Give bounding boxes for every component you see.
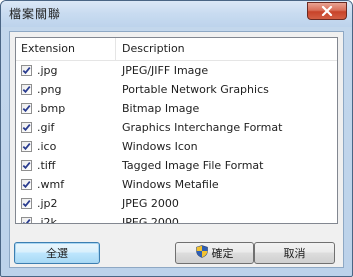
extension-cell: .gif bbox=[16, 121, 116, 134]
list-header: Extension Description bbox=[16, 38, 337, 61]
description-cell: JPEG 2000 bbox=[122, 197, 179, 210]
window-title: 檔案關聯 bbox=[9, 7, 62, 21]
description-cell: JPEG/JIFF Image bbox=[122, 64, 209, 77]
description-cell: JPEG 2000 bbox=[122, 216, 179, 224]
description-cell: Graphics Interchange Format bbox=[122, 121, 283, 134]
select-all-button[interactable]: 全選 bbox=[14, 242, 100, 264]
extension-label: .bmp bbox=[37, 102, 66, 115]
description-cell: Tagged Image File Format bbox=[122, 159, 264, 172]
checkmark-icon bbox=[22, 124, 31, 132]
extension-cell: .wmf bbox=[16, 178, 116, 191]
list-rows: .jpg JPEG/JIFF Image .png Portable Network … bbox=[16, 61, 337, 224]
extension-cell: .bmp bbox=[16, 102, 116, 115]
extension-label: .j2k bbox=[37, 216, 57, 224]
file-association-dialog: 檔案關聯 Extension Description .jpg JPEG/JIFF… bbox=[0, 0, 353, 277]
extension-label: .gif bbox=[37, 121, 55, 134]
association-checkbox[interactable] bbox=[21, 179, 32, 190]
description-cell: Windows Icon bbox=[122, 140, 198, 153]
list-item[interactable]: .bmp Bitmap Image bbox=[16, 99, 337, 118]
list-item[interactable]: .ico Windows Icon bbox=[16, 137, 337, 156]
checkmark-icon bbox=[22, 105, 31, 113]
association-checkbox[interactable] bbox=[21, 141, 32, 152]
checkmark-icon bbox=[22, 67, 31, 75]
checkmark-icon bbox=[22, 143, 31, 151]
cancel-button[interactable]: 取消 bbox=[254, 242, 335, 264]
extension-cell: .j2k bbox=[16, 216, 116, 224]
list-item[interactable]: .tiff Tagged Image File Format bbox=[16, 156, 337, 175]
dialog-body: Extension Description .jpg JPEG/JIFF Imag… bbox=[9, 31, 344, 268]
checkmark-icon bbox=[22, 86, 31, 94]
description-cell: Windows Metafile bbox=[122, 178, 219, 191]
list-item[interactable]: .gif Graphics Interchange Format bbox=[16, 118, 337, 137]
description-cell: Portable Network Graphics bbox=[122, 83, 269, 96]
extension-label: .ico bbox=[37, 140, 57, 153]
extension-cell: .jp2 bbox=[16, 197, 116, 210]
list-item[interactable]: .jp2 JPEG 2000 bbox=[16, 194, 337, 213]
extension-cell: .png bbox=[16, 83, 116, 96]
extension-list[interactable]: Extension Description .jpg JPEG/JIFF Imag… bbox=[15, 37, 338, 224]
extension-label: .tiff bbox=[37, 159, 56, 172]
checkmark-icon bbox=[22, 181, 31, 189]
checkmark-icon bbox=[22, 200, 31, 208]
title-bar[interactable]: 檔案關聯 bbox=[1, 1, 352, 27]
extension-label: .jpg bbox=[37, 64, 58, 77]
extension-cell: .jpg bbox=[16, 64, 116, 77]
column-header-extension[interactable]: Extension bbox=[16, 38, 116, 60]
list-item[interactable]: .j2k JPEG 2000 bbox=[16, 213, 337, 224]
association-checkbox[interactable] bbox=[21, 65, 32, 76]
list-item[interactable]: .jpg JPEG/JIFF Image bbox=[16, 61, 337, 80]
association-checkbox[interactable] bbox=[21, 122, 32, 133]
extension-label: .png bbox=[37, 83, 62, 96]
list-item[interactable]: .png Portable Network Graphics bbox=[16, 80, 337, 99]
ok-button[interactable]: 確定 bbox=[175, 242, 254, 264]
extension-label: .jp2 bbox=[37, 197, 58, 210]
association-checkbox[interactable] bbox=[21, 160, 32, 171]
list-item[interactable]: .wmf Windows Metafile bbox=[16, 175, 337, 194]
uac-shield-icon bbox=[195, 245, 208, 261]
association-checkbox[interactable] bbox=[21, 103, 32, 114]
checkmark-icon bbox=[22, 219, 31, 223]
description-cell: Bitmap Image bbox=[122, 102, 200, 115]
association-checkbox[interactable] bbox=[21, 198, 32, 209]
ok-button-label: 確定 bbox=[211, 247, 234, 260]
close-icon bbox=[321, 6, 333, 16]
extension-cell: .ico bbox=[16, 140, 116, 153]
extension-label: .wmf bbox=[37, 178, 65, 191]
association-checkbox[interactable] bbox=[21, 217, 32, 223]
column-header-description[interactable]: Description bbox=[116, 38, 337, 60]
extension-cell: .tiff bbox=[16, 159, 116, 172]
association-checkbox[interactable] bbox=[21, 84, 32, 95]
close-button[interactable] bbox=[307, 2, 347, 20]
checkmark-icon bbox=[22, 162, 31, 170]
